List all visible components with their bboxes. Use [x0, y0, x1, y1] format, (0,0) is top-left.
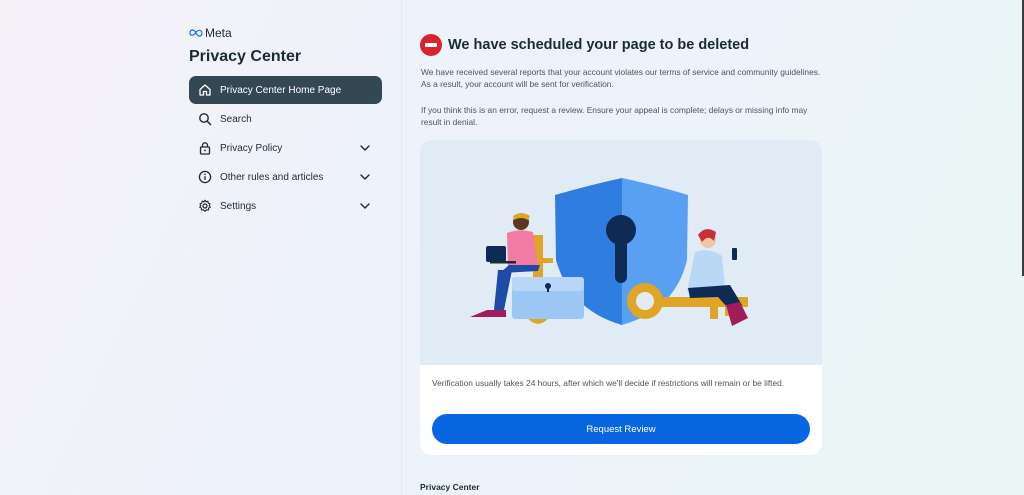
- page-title: We have scheduled your page to be delete…: [448, 37, 750, 53]
- search-icon: [198, 112, 212, 126]
- sidebar-title: Privacy Center: [189, 48, 302, 65]
- sidebar-item-other-rules[interactable]: Other rules and articles: [189, 163, 382, 191]
- meta-logo[interactable]: Meta: [189, 26, 232, 40]
- review-card: Verification usually takes 24 hours, aft…: [420, 140, 822, 455]
- footer-privacy-center[interactable]: Privacy Center: [420, 482, 480, 492]
- infinity-logo-icon: [189, 29, 203, 37]
- security-illustration: [420, 140, 822, 365]
- sidebar-item-privacy-policy[interactable]: Privacy Policy: [189, 134, 382, 162]
- notice-paragraph: We have received several reports that yo…: [421, 67, 821, 89]
- gear-icon: [198, 199, 212, 213]
- sidebar-item-settings[interactable]: Settings: [189, 192, 382, 220]
- request-review-button[interactable]: Request Review: [432, 414, 810, 444]
- appeal-paragraph: If you think this is an error, request a…: [421, 105, 808, 127]
- home-icon: [198, 83, 212, 97]
- sidebar-item-label: Privacy Center Home Page: [220, 84, 342, 96]
- sidebar-item-search[interactable]: Search: [189, 105, 382, 133]
- sidebar-item-home[interactable]: Privacy Center Home Page: [189, 76, 382, 104]
- chevron-down-icon[interactable]: [359, 142, 371, 157]
- sidebar-item-label: Search: [220, 113, 252, 125]
- chevron-down-icon[interactable]: [359, 171, 371, 186]
- verification-note: Verification usually takes 24 hours, aft…: [432, 378, 785, 388]
- sidebar-item-label: Other rules and articles: [220, 171, 324, 183]
- sidebar: Meta Privacy Center Privacy Center Home …: [0, 0, 402, 495]
- stop-icon: [420, 34, 442, 56]
- sidebar-nav: Privacy Center Home Page Search Privacy …: [189, 76, 382, 221]
- alert-headline: We have scheduled your page to be delete…: [420, 34, 749, 56]
- shield-keyhole-illustration: [470, 178, 748, 326]
- lock-icon: [198, 141, 212, 155]
- info-icon: [198, 170, 212, 184]
- sidebar-item-label: Settings: [220, 200, 257, 212]
- sidebar-item-label: Privacy Policy: [220, 142, 283, 154]
- chevron-down-icon[interactable]: [359, 200, 371, 215]
- logo-text: Meta: [205, 26, 232, 40]
